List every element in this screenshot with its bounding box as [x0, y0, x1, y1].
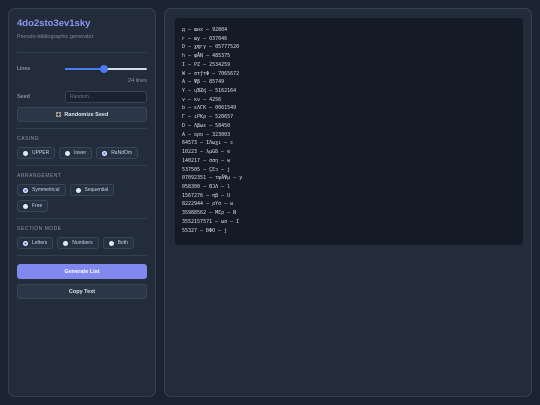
- seed-label: Seed: [17, 94, 30, 100]
- slider-thumb[interactable]: [99, 65, 108, 73]
- divider: [17, 255, 147, 256]
- seed-input[interactable]: [65, 91, 147, 103]
- randomize-seed-button[interactable]: ⚃ Randomize Seed: [17, 107, 147, 122]
- section-mode-option-letters[interactable]: Letters: [17, 237, 54, 249]
- casing-options: UPPER lower RaNdOm: [17, 147, 147, 159]
- divider: [17, 165, 147, 166]
- divider: [17, 218, 147, 219]
- output-panel: д — шнх — 92804 г — шу — 037046 D — ɣɱгγ —…: [164, 8, 532, 397]
- casing-label: CASING: [17, 136, 40, 142]
- casing-option-upper[interactable]: UPPER: [17, 147, 56, 159]
- slider-fill: [65, 68, 104, 70]
- lines-count: 24 lines: [128, 78, 147, 84]
- app-subtitle: Pseudo-bibliographic generator: [17, 34, 94, 40]
- output-line: 10223 — λμGƂ — e: [182, 149, 231, 156]
- output-line: 1567276 — πβ — U: [182, 192, 231, 199]
- output-line: Γ — ıPKρ — 520657: [182, 114, 234, 121]
- app-title: 4do2sto3ev1sky: [17, 18, 91, 29]
- output-line: 55327 — ĐΦΟ — j: [182, 227, 228, 234]
- arrangement-options: Symmetrical Sequential Free: [17, 184, 147, 212]
- output-line: b — εΛΓК — 0061549: [182, 105, 237, 112]
- output-line: 8222944 — ρYσ — w: [182, 201, 234, 208]
- radio-unchecked-icon: [75, 187, 81, 193]
- lines-slider[interactable]: [65, 65, 147, 73]
- lines-label: Lines: [17, 66, 31, 72]
- divider: [17, 128, 147, 129]
- output-line: 35988562 — ΜƐρ — N: [182, 210, 237, 217]
- output-line: 3552157571 — ωσ — I: [182, 218, 240, 225]
- output-line: W — στƒτΦ — 7065672: [182, 70, 240, 77]
- seed-row: Seed: [17, 91, 147, 103]
- arrangement-option-sequential[interactable]: Sequential: [69, 184, 115, 196]
- output-line: г — шу — 037046: [182, 35, 228, 42]
- radio-unchecked-icon: [63, 240, 69, 246]
- radio-unchecked-icon: [23, 150, 28, 156]
- section-mode-label: SECTION MODE: [17, 226, 62, 232]
- output-line: D — ɣɱгγ — 05777520: [182, 44, 240, 51]
- radio-unchecked-icon: [108, 240, 114, 246]
- casing-option-lower[interactable]: lower: [59, 147, 93, 159]
- generate-list-button[interactable]: Generate List: [17, 264, 147, 279]
- dice-icon: ⚃: [55, 111, 62, 119]
- section-mode-option-both[interactable]: Both: [102, 237, 134, 249]
- radio-checked-icon: [23, 240, 28, 246]
- output-line: 058300 — ΒƆΛ — l: [182, 183, 231, 190]
- randomize-seed-label: Randomize Seed: [64, 111, 109, 118]
- radio-checked-icon: [102, 150, 108, 156]
- output-line: 140217 — σση — w: [182, 157, 231, 164]
- output-line: 64573 — ΙΛωɣı — c: [182, 140, 234, 147]
- output-line: A — Ψβ — 85749: [182, 79, 225, 86]
- output-line: v — кν — 4256: [182, 96, 222, 103]
- output-line: Y — ɥƁƵɖ — 5162164: [182, 88, 237, 95]
- section-mode-options: Letters Numbers Both: [17, 237, 147, 249]
- divider: [17, 52, 147, 53]
- casing-option-random[interactable]: RaNdOm: [96, 147, 139, 159]
- output-line: D — Λβωε — 58450: [182, 122, 231, 129]
- radio-checked-icon: [23, 187, 28, 193]
- output-line: 07092351 — τψÄΨμ — y: [182, 175, 243, 182]
- output-line: A — ορυ — 323003: [182, 131, 231, 138]
- output-line: I — PZ — 2534259: [182, 61, 231, 68]
- arrangement-option-symmetrical[interactable]: Symmetrical: [17, 184, 66, 196]
- copy-text-button[interactable]: Copy Text: [17, 284, 147, 299]
- radio-unchecked-icon: [23, 203, 28, 209]
- radio-unchecked-icon: [65, 150, 71, 156]
- output-line: h — φÅN — 485375: [182, 53, 231, 60]
- lines-row: Lines: [17, 65, 147, 73]
- arrangement-label: ARRANGEMENT: [17, 173, 62, 179]
- section-mode-option-numbers[interactable]: Numbers: [57, 237, 99, 249]
- output-line: д — шнх — 92804: [182, 27, 228, 33]
- control-panel: 4do2sto3ev1sky Pseudo-bibliographic gene…: [8, 8, 156, 397]
- output-line: 537505 — ÇƐɔ — j: [182, 166, 231, 173]
- generated-list-output: д — шнх — 92804 г — шу — 037046 D — ɣɱгγ —…: [175, 18, 523, 245]
- arrangement-option-free[interactable]: Free: [17, 200, 49, 212]
